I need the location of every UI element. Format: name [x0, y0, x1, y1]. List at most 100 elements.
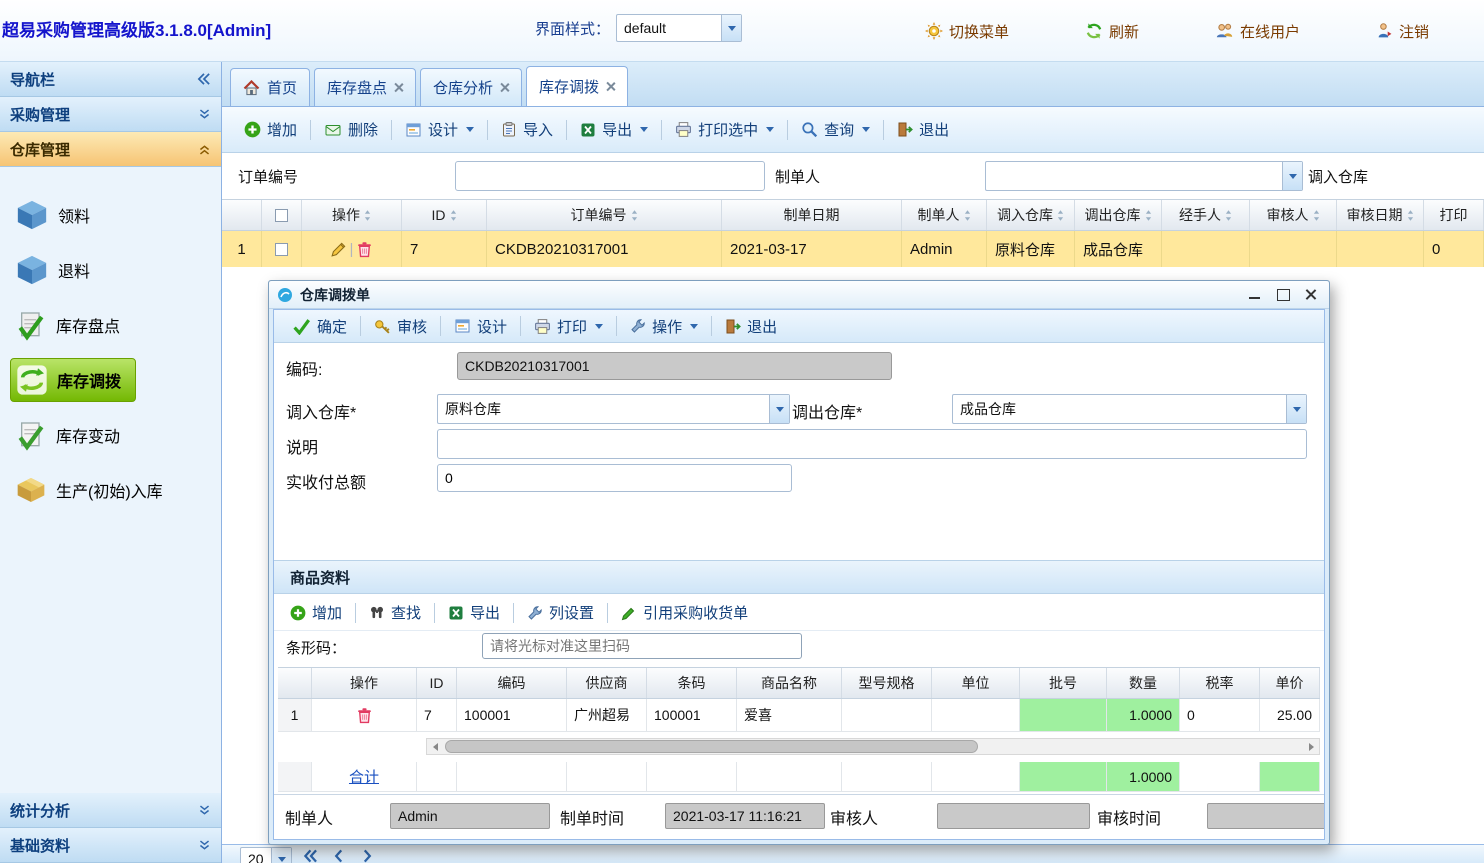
reference-receipt-button[interactable]: 引用采购收货单: [613, 597, 756, 628]
confirm-button[interactable]: 确定: [284, 311, 355, 342]
tab-stock-transfer[interactable]: 库存调拨: [526, 66, 628, 106]
column-header-ops[interactable]: 操作: [312, 668, 417, 698]
note-input[interactable]: [437, 429, 1307, 459]
scroll-left-icon[interactable]: [427, 739, 443, 754]
page-size-combo[interactable]: 20: [240, 847, 292, 863]
barcode-input[interactable]: [482, 633, 802, 659]
column-header-tax[interactable]: 税率: [1180, 668, 1260, 698]
horizontal-scrollbar[interactable]: [426, 738, 1320, 755]
delete-button[interactable]: 删除: [316, 114, 386, 145]
total-amount-input[interactable]: [437, 464, 792, 492]
prev-page-icon[interactable]: [330, 847, 348, 863]
sidebar-group-warehouse[interactable]: 仓库管理: [0, 132, 221, 167]
tab-stock-count[interactable]: 库存盘点: [314, 68, 416, 106]
column-header-id[interactable]: ID: [417, 668, 457, 698]
column-header-barcode[interactable]: 条码: [647, 668, 737, 698]
column-settings-button[interactable]: 列设置: [519, 597, 602, 628]
column-header-product-name[interactable]: 商品名称: [737, 668, 842, 698]
scrollbar-track[interactable]: [443, 739, 1303, 754]
trash-icon[interactable]: [356, 241, 373, 258]
sidebar-group-base-data[interactable]: 基础资料: [0, 828, 221, 863]
dialog-title-bar[interactable]: 仓库调拨单: [269, 281, 1329, 309]
close-icon[interactable]: [500, 83, 509, 92]
edit-pencil-icon[interactable]: [330, 241, 347, 258]
cell-batch[interactable]: [1020, 699, 1107, 732]
column-header-batch[interactable]: 批号: [1020, 668, 1107, 698]
next-page-icon[interactable]: [358, 847, 376, 863]
cell-qty[interactable]: 1.0000: [1107, 699, 1180, 732]
column-header-id[interactable]: ID: [402, 200, 487, 230]
table-row[interactable]: 1 | 7 CKDB20210317001 2021-03-17 Admin 原…: [222, 231, 1484, 267]
scroll-right-icon[interactable]: [1303, 739, 1319, 754]
refresh-button[interactable]: 刷新: [1085, 21, 1139, 42]
chevron-down-icon[interactable]: [1282, 162, 1302, 190]
sidebar-item-material-return[interactable]: 退料: [0, 242, 221, 297]
trash-icon[interactable]: [356, 707, 373, 724]
column-header-print[interactable]: 打印: [1424, 200, 1484, 230]
column-header-ops[interactable]: 操作: [302, 200, 402, 230]
sidebar-item-stock-change[interactable]: 库存变动: [0, 407, 221, 462]
column-header-date[interactable]: 制单日期: [722, 200, 902, 230]
column-header-unit[interactable]: 单位: [932, 668, 1020, 698]
sidebar-item-production-inbound[interactable]: 生产(初始)入库: [0, 462, 221, 517]
column-header-qty[interactable]: 数量: [1107, 668, 1180, 698]
detail-find-button[interactable]: 查找: [361, 597, 429, 628]
row-checkbox[interactable]: [275, 243, 288, 256]
dialog-exit-button[interactable]: 退出: [717, 311, 785, 342]
online-users-button[interactable]: 在线用户: [1215, 21, 1300, 42]
exit-button[interactable]: 退出: [889, 114, 957, 145]
first-page-icon[interactable]: [302, 847, 320, 863]
import-button[interactable]: 导入: [493, 114, 561, 145]
dialog-operate-button[interactable]: 操作: [622, 311, 706, 342]
sidebar-item-material-issue[interactable]: 领料: [0, 187, 221, 242]
tab-warehouse-analysis[interactable]: 仓库分析: [420, 68, 522, 106]
ui-style-combo[interactable]: default: [616, 14, 742, 42]
column-header-spec[interactable]: 型号规格: [842, 668, 932, 698]
sidebar-group-statistics[interactable]: 统计分析: [0, 793, 221, 828]
column-header-order-no[interactable]: 订单编号: [487, 200, 722, 230]
close-icon[interactable]: [1305, 289, 1317, 300]
column-header-audit-date[interactable]: 审核日期: [1337, 200, 1424, 230]
column-header-wh-out[interactable]: 调出仓库: [1075, 200, 1162, 230]
detail-table-row[interactable]: 1 7 100001 广州超易 100001 爱喜 1.0000 0 25.00: [278, 699, 1320, 732]
chevron-down-icon[interactable]: [769, 395, 789, 423]
chevron-down-icon[interactable]: [271, 848, 291, 863]
select-all-header[interactable]: [262, 200, 302, 230]
add-button[interactable]: 增加: [236, 114, 305, 145]
column-header-maker[interactable]: 制单人: [902, 200, 987, 230]
tab-home[interactable]: 首页: [230, 68, 310, 106]
column-header-wh-in[interactable]: 调入仓库: [987, 200, 1075, 230]
sidebar-item-stock-count[interactable]: 库存盘点: [0, 297, 221, 352]
logout-button[interactable]: 注销: [1376, 21, 1429, 42]
maximize-icon[interactable]: [1277, 289, 1289, 300]
dialog-design-button[interactable]: 设计: [446, 311, 515, 342]
close-icon[interactable]: [394, 83, 403, 92]
audit-button[interactable]: 审核: [366, 311, 435, 342]
sidebar-item-stock-transfer[interactable]: 库存调拨: [0, 352, 221, 407]
collapse-left-icon[interactable]: [197, 73, 211, 85]
warehouse-out-combo[interactable]: 成品仓库: [952, 394, 1307, 424]
order-no-filter-input[interactable]: [455, 161, 765, 191]
design-button[interactable]: 设计: [397, 114, 482, 145]
column-header-handler[interactable]: 经手人: [1162, 200, 1250, 230]
minimize-icon[interactable]: [1249, 289, 1261, 300]
switch-menu-button[interactable]: 切换菜单: [925, 21, 1009, 42]
column-header-price[interactable]: 单价: [1260, 668, 1320, 698]
column-header-code[interactable]: 编码: [457, 668, 567, 698]
detail-export-button[interactable]: 导出: [440, 597, 508, 628]
chevron-down-icon[interactable]: [1286, 395, 1306, 423]
detail-add-button[interactable]: 增加: [282, 597, 350, 628]
close-icon[interactable]: [606, 82, 615, 91]
row-select-cell[interactable]: [262, 231, 302, 267]
query-button[interactable]: 查询: [793, 114, 878, 145]
sidebar-group-purchase[interactable]: 采购管理: [0, 97, 221, 132]
print-selected-button[interactable]: 打印选中: [667, 114, 782, 145]
column-header-supplier[interactable]: 供应商: [567, 668, 647, 698]
totals-link[interactable]: 合计: [349, 766, 379, 787]
export-button[interactable]: 导出: [572, 114, 656, 145]
select-all-checkbox[interactable]: [275, 209, 288, 222]
column-header-auditor[interactable]: 审核人: [1250, 200, 1337, 230]
maker-filter-combo[interactable]: [985, 161, 1303, 191]
scrollbar-thumb[interactable]: [445, 740, 978, 753]
dialog-print-button[interactable]: 打印: [526, 311, 611, 342]
